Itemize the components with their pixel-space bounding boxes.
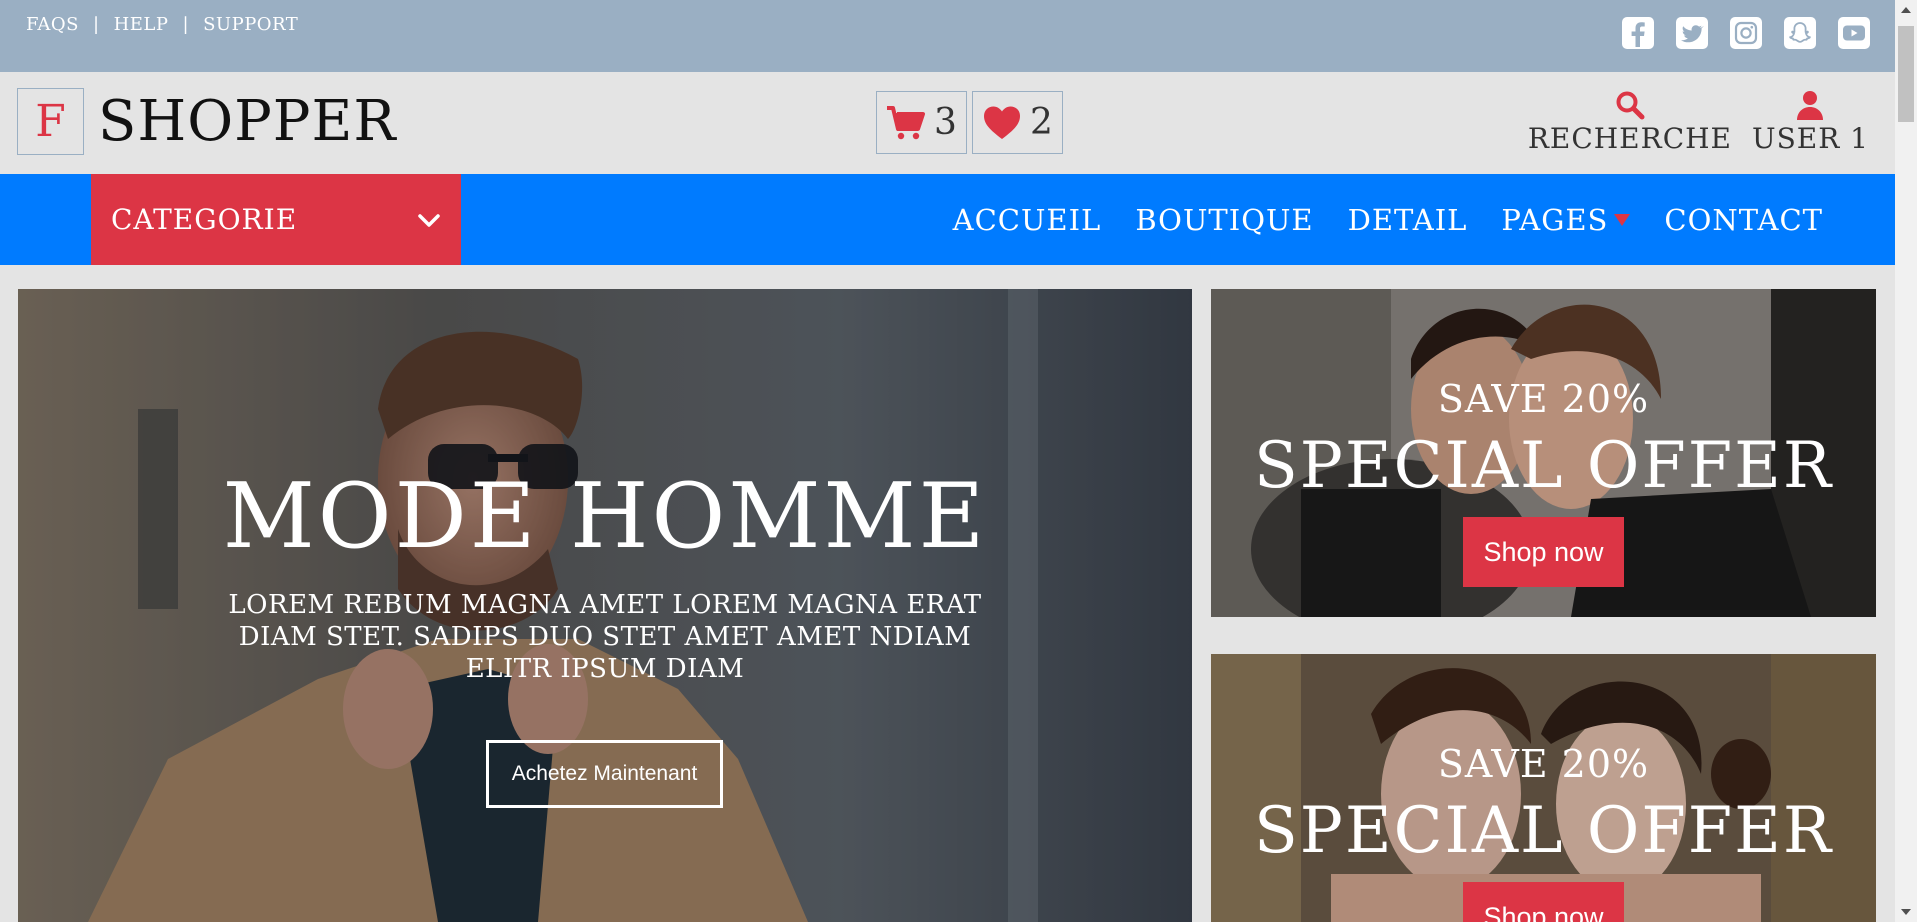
snapchat-icon[interactable] [1783, 16, 1817, 50]
help-link[interactable]: HELP [114, 14, 169, 35]
hero-subtitle: LOREM REBUM MAGNA AMET LOREM MAGNA ERAT … [228, 590, 982, 684]
instagram-icon[interactable] [1729, 16, 1763, 50]
header-counters: 3 2 [876, 91, 1063, 154]
nav-detail[interactable]: DETAIL [1348, 203, 1468, 237]
cart-count: 3 [934, 102, 957, 143]
offer-title: SPECIAL OFFER [1253, 794, 1834, 868]
logo-text: SHOPPER [98, 89, 397, 154]
hero-title: MODE HOMME [222, 464, 988, 569]
nav-boutique[interactable]: BOUTIQUE [1135, 203, 1313, 237]
user-button[interactable]: USER 1 [1752, 90, 1869, 155]
heart-icon [984, 106, 1021, 139]
logo[interactable]: F SHOPPER [17, 88, 397, 155]
hero-banner: MODE HOMME LOREM REBUM MAGNA AMET LOREM … [18, 289, 1192, 922]
scroll-up-arrow-icon[interactable] [1895, 0, 1917, 20]
category-dropdown[interactable]: CATEGORIE [91, 174, 461, 265]
twitter-icon[interactable] [1675, 16, 1709, 50]
main-nav: CATEGORIE ACCUEIL BOUTIQUE DETAIL PAGES … [0, 174, 1895, 265]
nav-contact[interactable]: CONTACT [1664, 203, 1823, 237]
offer-save: SAVE 20% [1437, 377, 1650, 421]
top-bar: FAQS | HELP | SUPPORT [0, 0, 1895, 72]
page-scrollbar[interactable] [1895, 0, 1917, 922]
category-label: CATEGORIE [111, 203, 298, 236]
wishlist-button[interactable]: 2 [972, 91, 1063, 154]
search-label: RECHERCHE [1527, 122, 1732, 155]
faqs-link[interactable]: FAQS [26, 14, 79, 35]
offer-card: SAVE 20% SPECIAL OFFER Shop now [1211, 654, 1876, 922]
offer-title: SPECIAL OFFER [1253, 429, 1834, 503]
search-button[interactable]: RECHERCHE [1528, 90, 1732, 155]
user-icon [1797, 91, 1824, 120]
search-icon [1616, 91, 1645, 120]
header-actions: RECHERCHE USER 1 [1528, 90, 1869, 155]
support-link[interactable]: SUPPORT [203, 14, 298, 35]
nav-pages-label: PAGES [1501, 202, 1609, 237]
nav-pages[interactable]: PAGES [1501, 202, 1631, 237]
cart-button[interactable]: 3 [876, 91, 967, 154]
wishlist-count: 2 [1030, 102, 1053, 143]
scroll-down-arrow-icon[interactable] [1895, 902, 1917, 922]
chevron-down-icon [418, 213, 440, 227]
social-links [1621, 16, 1871, 50]
separator: | [182, 14, 190, 35]
shop-now-button[interactable]: Shop now [1463, 517, 1624, 587]
offer-save: SAVE 20% [1437, 742, 1650, 786]
scroll-thumb[interactable] [1898, 26, 1914, 122]
buy-now-button[interactable]: Achetez Maintenant [486, 740, 723, 808]
cart-icon [887, 105, 926, 139]
separator: | [93, 14, 100, 35]
top-links: FAQS | HELP | SUPPORT [26, 14, 298, 35]
youtube-icon[interactable] [1837, 16, 1871, 50]
nav-accueil[interactable]: ACCUEIL [953, 203, 1102, 237]
header: F SHOPPER 3 2 RECHERCHE USER 1 [0, 72, 1895, 174]
nav-links: ACCUEIL BOUTIQUE DETAIL PAGES CONTACT [953, 174, 1823, 265]
caret-down-icon [1614, 213, 1631, 226]
offer-card: SAVE 20% SPECIAL OFFER Shop now [1211, 289, 1876, 617]
user-label: USER 1 [1751, 122, 1869, 155]
facebook-icon[interactable] [1621, 16, 1655, 50]
shop-now-button[interactable]: Shop now [1463, 882, 1624, 922]
logo-letter: F [17, 88, 84, 155]
